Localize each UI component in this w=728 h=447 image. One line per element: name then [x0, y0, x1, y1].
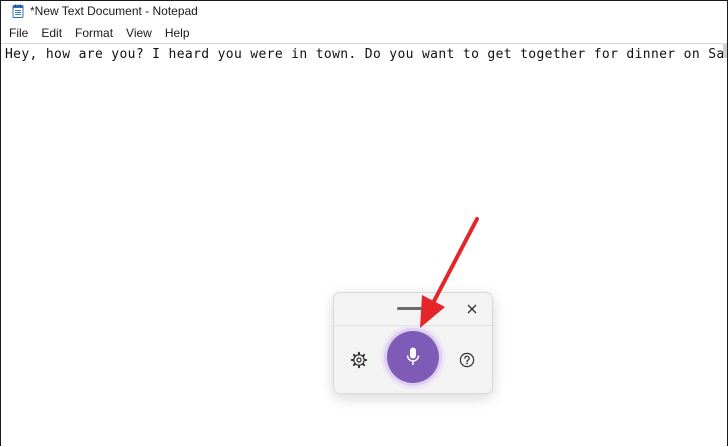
help-button[interactable]	[458, 351, 476, 369]
menu-bar: File Edit Format View Help	[1, 23, 727, 43]
microphone-icon	[406, 347, 420, 365]
close-button[interactable]	[464, 301, 480, 317]
close-icon	[467, 304, 477, 314]
window-title: *New Text Document - Notepad	[30, 4, 198, 18]
vertical-scrollbar[interactable]	[723, 44, 727, 58]
menu-view[interactable]: View	[119, 24, 158, 42]
menu-file[interactable]: File	[2, 24, 34, 42]
settings-button[interactable]	[350, 351, 368, 369]
voice-panel-header	[334, 293, 492, 326]
voice-typing-panel	[333, 292, 493, 394]
notepad-icon	[12, 4, 24, 18]
editor-text: Hey, how are you? I heard you were in to…	[5, 47, 727, 62]
title-bar: *New Text Document - Notepad	[1, 1, 727, 21]
menu-help[interactable]: Help	[158, 24, 196, 42]
drag-handle[interactable]	[397, 307, 429, 310]
microphone-button[interactable]	[387, 331, 439, 383]
help-icon	[459, 352, 475, 368]
menu-format[interactable]: Format	[68, 24, 119, 42]
menu-edit[interactable]: Edit	[34, 24, 68, 42]
settings-icon	[350, 351, 368, 369]
